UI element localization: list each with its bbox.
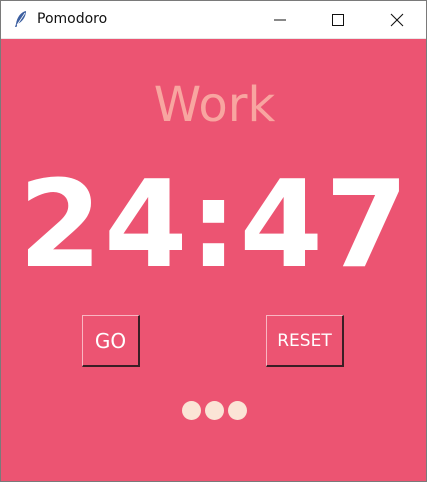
- maximize-icon: [332, 14, 344, 26]
- window-title: Pomodoro: [37, 11, 108, 27]
- close-icon: [390, 13, 404, 27]
- title-bar[interactable]: Pomodoro: [1, 1, 426, 39]
- minimize-icon: [274, 19, 286, 21]
- session-dot-icon: [228, 401, 247, 420]
- completed-sessions: [1, 401, 427, 420]
- reset-button[interactable]: RESET: [266, 315, 344, 367]
- session-label: Work: [153, 77, 276, 133]
- session-dot-icon: [205, 401, 224, 420]
- app-canvas: Work 24:47 GO RESET: [1, 39, 426, 481]
- feather-icon: [13, 10, 29, 28]
- countdown-timer: 24:47: [18, 156, 411, 295]
- pomodoro-window: Pomodoro Work 24:47 GO RESET: [0, 0, 427, 482]
- go-button[interactable]: GO: [82, 315, 140, 367]
- maximize-button[interactable]: [309, 1, 367, 38]
- session-dot-icon: [182, 401, 201, 420]
- minimize-button[interactable]: [251, 1, 309, 38]
- close-button[interactable]: [368, 1, 426, 38]
